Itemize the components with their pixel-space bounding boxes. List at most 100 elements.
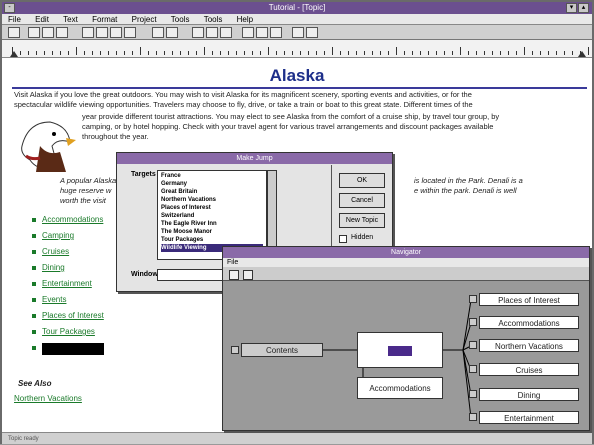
toc-item[interactable]: Camping — [32, 231, 104, 247]
target-option[interactable]: The Moose Manor — [161, 228, 263, 236]
expand-icon[interactable] — [469, 390, 477, 398]
ruler-tick — [124, 51, 125, 55]
ruler-tick — [52, 51, 53, 55]
hidden-checkbox[interactable] — [339, 235, 347, 243]
target-option[interactable]: Germany — [161, 180, 263, 188]
menu-tools[interactable]: Tools — [171, 15, 190, 24]
target-option[interactable]: Switzerland — [161, 212, 263, 220]
target-option[interactable]: Places of Interest — [161, 204, 263, 212]
zoom-out-icon[interactable] — [243, 270, 253, 280]
menu-tools-2[interactable]: Tools — [204, 15, 223, 24]
toc-item[interactable]: Dining — [32, 263, 104, 279]
expand-icon[interactable] — [469, 413, 477, 421]
ruler-tick — [28, 51, 29, 55]
ruler-tick — [388, 51, 389, 55]
menu-project[interactable]: Project — [132, 15, 157, 24]
toc-item[interactable]: Accommodations — [32, 215, 104, 231]
toc-item[interactable]: Cruises — [32, 247, 104, 263]
compile-icon[interactable] — [292, 27, 304, 38]
center-topic-node[interactable] — [357, 332, 443, 368]
copy-icon[interactable] — [42, 27, 54, 38]
ruler-tick — [236, 51, 237, 55]
jump-icon[interactable] — [242, 27, 254, 38]
zoom-in-icon[interactable] — [229, 270, 239, 280]
text-icon[interactable] — [192, 27, 204, 38]
intro-line-2: spectacular wildlife viewing opportuniti… — [14, 100, 473, 109]
ruler-tick — [188, 51, 189, 55]
align-center-icon[interactable] — [166, 27, 178, 38]
title-bar: - Tutorial - [Topic] ▾ ▴ — [2, 2, 592, 14]
run-icon[interactable] — [306, 27, 318, 38]
ruler-tick — [140, 47, 141, 55]
paste-icon[interactable] — [56, 27, 68, 38]
cut-icon[interactable] — [28, 27, 40, 38]
ruler-tick — [372, 51, 373, 55]
ruler-tick — [564, 51, 565, 55]
ruler-tick — [452, 51, 453, 55]
link-icon[interactable] — [220, 27, 232, 38]
new-topic-button[interactable]: New Topic — [339, 213, 385, 228]
ruler-tick — [364, 51, 365, 55]
ruler-tick — [156, 51, 157, 55]
nav-node-northern[interactable]: Northern Vacations — [479, 339, 579, 352]
menu-format[interactable]: Format — [92, 15, 117, 24]
ruler-tick — [148, 51, 149, 55]
nav-node-dining[interactable]: Dining — [479, 388, 579, 401]
ruler-tick — [460, 47, 461, 55]
contents-node[interactable]: Contents — [241, 343, 323, 357]
ruler-tick — [164, 51, 165, 55]
ruler-tick — [12, 47, 13, 55]
menu-bar: File Edit Text Format Project Tools Tool… — [2, 14, 592, 25]
toc-item[interactable]: Tour Packages — [32, 327, 104, 343]
bold-icon[interactable] — [96, 27, 108, 38]
cancel-button[interactable]: Cancel — [339, 193, 385, 208]
ruler-tick — [20, 51, 21, 55]
expand-icon[interactable] — [469, 295, 477, 303]
nav-node-places[interactable]: Places of Interest — [479, 293, 579, 306]
see-also-link[interactable]: Northern Vacations — [14, 394, 82, 403]
expand-icon[interactable] — [469, 365, 477, 373]
maximize-icon[interactable]: ▴ — [578, 3, 589, 13]
menu-help[interactable]: Help — [237, 15, 253, 24]
target-option[interactable]: The Eagle River Inn — [161, 220, 263, 228]
ruler-tick — [348, 51, 349, 55]
align-left-icon[interactable] — [152, 27, 164, 38]
ruler-tick — [316, 51, 317, 55]
toc-item[interactable]: Events — [32, 295, 104, 311]
font-icon[interactable] — [206, 27, 218, 38]
nav-node-entertainment[interactable]: Entertainment — [479, 411, 579, 424]
menu-edit[interactable]: Edit — [35, 15, 49, 24]
underline-icon[interactable] — [124, 27, 136, 38]
ok-button[interactable]: OK — [339, 173, 385, 188]
expand-icon[interactable] — [469, 318, 477, 326]
target-option[interactable]: Tour Packages — [161, 236, 263, 244]
undo-icon[interactable] — [82, 27, 94, 38]
target-option[interactable]: France — [161, 172, 263, 180]
expand-contents-icon[interactable] — [231, 346, 239, 354]
ruler[interactable] — [2, 40, 592, 58]
menu-file[interactable]: File — [8, 15, 21, 24]
tool-icon[interactable] — [8, 27, 20, 38]
table-icon[interactable] — [270, 27, 282, 38]
ruler-tick — [228, 51, 229, 55]
target-option[interactable]: Northern Vacations — [161, 196, 263, 204]
ruler-tick — [308, 51, 309, 55]
system-menu-icon[interactable]: - — [4, 3, 15, 13]
toc-item[interactable]: Places of Interest — [32, 311, 104, 327]
accommodations-node[interactable]: Accommodations — [357, 377, 443, 399]
ruler-tick — [252, 51, 253, 55]
target-option[interactable]: Great Britain — [161, 188, 263, 196]
see-also-label: See Also — [18, 379, 52, 388]
ruler-tick — [580, 51, 581, 55]
minimize-icon[interactable]: ▾ — [566, 3, 577, 13]
toc-item[interactable]: Entertainment — [32, 279, 104, 295]
nav-node-accommodations[interactable]: Accommodations — [479, 316, 579, 329]
ruler-tick — [36, 51, 37, 55]
navigator-menu-file[interactable]: File — [227, 259, 238, 266]
image-icon[interactable] — [256, 27, 268, 38]
menu-text[interactable]: Text — [63, 15, 78, 24]
expand-icon[interactable] — [469, 341, 477, 349]
title-divider — [12, 87, 587, 89]
italic-icon[interactable] — [110, 27, 122, 38]
nav-node-cruises[interactable]: Cruises — [479, 363, 579, 376]
